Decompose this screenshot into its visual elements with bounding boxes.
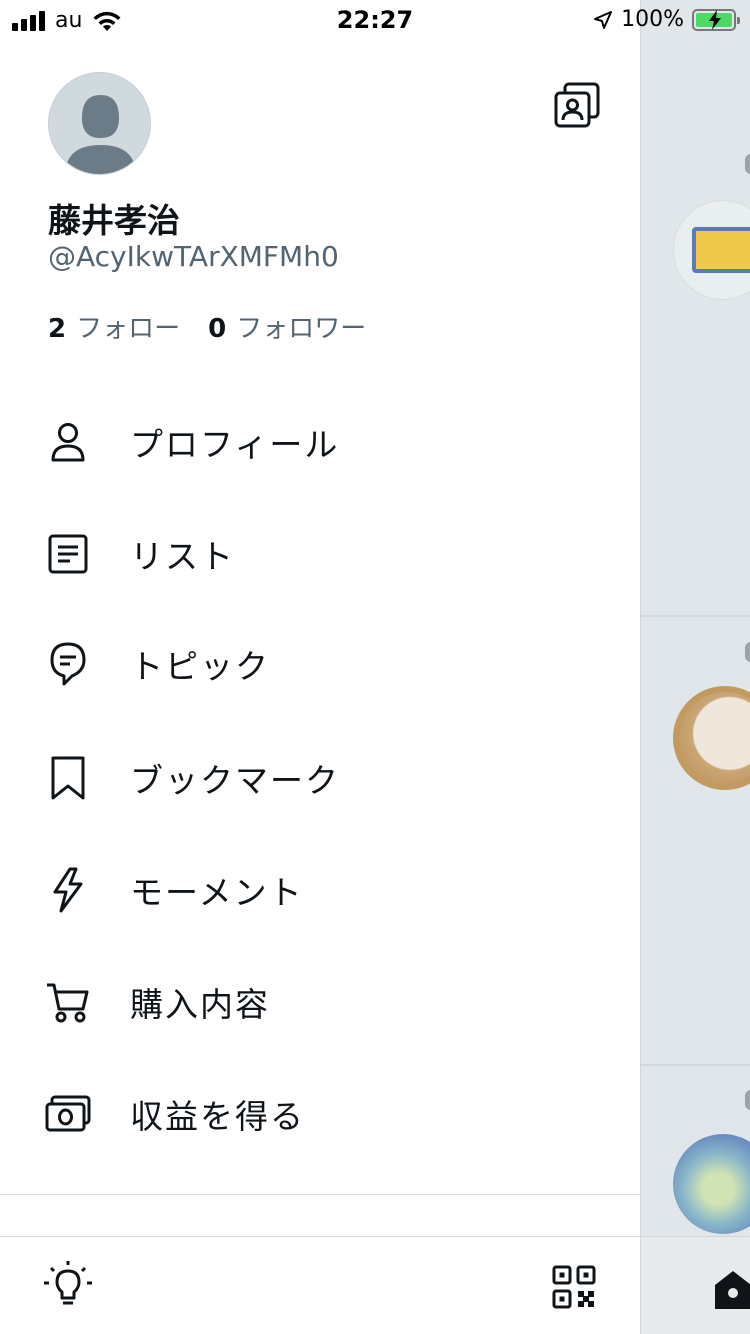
money-icon — [44, 1090, 92, 1138]
cart-icon — [44, 978, 92, 1026]
menu-divider — [0, 1194, 640, 1195]
user-handle[interactable]: @AcyIkwTArXMFMh0 — [48, 240, 339, 273]
tweet-menu-dot — [745, 642, 750, 662]
qr-code-icon[interactable] — [552, 1265, 596, 1309]
switch-account-icon[interactable] — [552, 80, 602, 130]
tweet-avatar — [673, 1134, 750, 1234]
following-label: フォロー — [76, 314, 181, 344]
follow-stats: 2 フォロー 0 フォロワー — [48, 308, 366, 345]
list-icon — [44, 530, 92, 578]
status-right: 100% — [593, 7, 740, 32]
menu-item-purchases[interactable]: 購入内容 — [0, 952, 640, 1052]
followers-label: フォロワー — [236, 314, 367, 344]
tweet-avatar — [673, 200, 750, 300]
timeline-backdrop[interactable] — [640, 0, 750, 1334]
tweet-separator — [641, 1064, 750, 1066]
menu-item-lists[interactable]: リスト — [0, 504, 640, 604]
followers-link[interactable]: 0 フォロワー — [208, 308, 366, 345]
menu-label-monetization: 収益を得る — [130, 1097, 305, 1136]
tab-bar — [641, 1236, 750, 1334]
battery-percent: 100% — [621, 7, 684, 32]
menu-label-purchases: 購入内容 — [130, 985, 270, 1024]
status-bar: au 22:27 100% — [0, 0, 750, 40]
menu-item-monetization[interactable]: 収益を得る — [0, 1064, 640, 1164]
menu-item-topics[interactable]: トピック — [0, 614, 640, 714]
tweet-menu-dot — [745, 1090, 750, 1110]
lightbulb-icon[interactable] — [42, 1259, 94, 1311]
bookmark-icon — [44, 754, 92, 802]
battery-icon — [692, 8, 740, 31]
home-icon[interactable] — [713, 1267, 750, 1311]
menu-item-bookmarks[interactable]: ブックマーク — [0, 728, 640, 828]
followers-count: 0 — [208, 314, 227, 344]
avatar[interactable] — [48, 72, 151, 175]
topic-icon — [44, 640, 92, 688]
tweet-separator — [641, 615, 750, 617]
following-count: 2 — [48, 314, 67, 344]
tweet-avatar — [673, 686, 750, 790]
menu-label-profile: プロフィール — [130, 425, 340, 464]
following-link[interactable]: 2 フォロー — [48, 308, 180, 345]
menu-label-lists: リスト — [130, 537, 235, 576]
display-name[interactable]: 藤井孝治 — [48, 194, 180, 242]
location-arrow-icon — [594, 10, 613, 29]
person-icon — [44, 418, 92, 466]
menu-item-moments[interactable]: モーメント — [0, 840, 640, 940]
menu-label-topics: トピック — [130, 647, 270, 686]
side-drawer: 藤井孝治 @AcyIkwTArXMFMh0 2 フォロー 0 フォロワー プロフィー… — [0, 0, 640, 1334]
tweet-menu-dot — [745, 154, 750, 174]
lightning-icon — [44, 866, 92, 914]
menu-label-bookmarks: ブックマーク — [130, 761, 340, 800]
menu-label-moments: モーメント — [130, 873, 304, 912]
default-avatar-icon — [49, 73, 150, 174]
menu-item-profile[interactable]: プロフィール — [0, 392, 640, 492]
drawer-bottom-bar — [0, 1236, 640, 1334]
